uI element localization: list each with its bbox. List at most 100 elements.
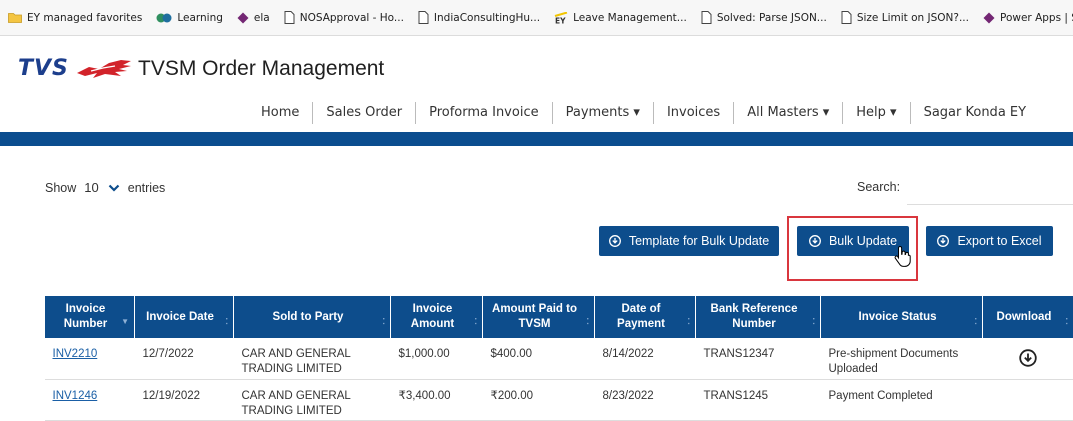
cell-amount-paid: $400.00 (483, 338, 595, 379)
bookmark-label: Power Apps | Soluti... (1000, 12, 1073, 24)
column-label: Download (997, 311, 1052, 323)
bookmark-solved-parse-json[interactable]: Solved: Parse JSON... (701, 11, 827, 24)
button-label: Bulk Update (829, 234, 897, 248)
cell-amount-paid: ₹200.00 (483, 379, 595, 420)
cell-bank-reference: TRANS12347 (696, 338, 821, 379)
column-header-invoice-amount[interactable]: Invoice Amount ⁚ (391, 296, 483, 338)
bookmark-size-limit-json[interactable]: Size Limit on JSON?... (841, 11, 969, 24)
column-header-download[interactable]: Download ⁚ (983, 296, 1073, 338)
sort-icon: ⁚ (687, 314, 690, 329)
main-nav: Home Sales Order Proforma Invoice Paymen… (248, 102, 1039, 124)
sort-icon: ⁚ (1065, 314, 1068, 329)
bookmark-label: EY managed favorites (27, 12, 142, 24)
nav-invoices[interactable]: Invoices (654, 102, 734, 124)
nav-user[interactable]: Sagar Konda EY (911, 102, 1040, 124)
bulk-update-button[interactable]: Bulk Update (797, 226, 909, 256)
invoice-link[interactable]: INV1246 (53, 390, 98, 402)
column-label: Sold to Party (273, 311, 344, 323)
cell-invoice-status: Pre-shipment Documents Uploaded (821, 338, 983, 379)
cell-date-of-payment: 8/14/2022 (595, 338, 696, 379)
bookmark-learning[interactable]: Learning (156, 12, 223, 24)
bookmark-nosapproval[interactable]: NOSApproval - Ho... (284, 11, 404, 24)
circle-down-arrow-icon (809, 235, 821, 247)
column-header-date-of-payment[interactable]: Date of Payment ⁚ (595, 296, 696, 338)
sort-icon: ⁚ (225, 314, 228, 329)
download-icon[interactable] (1019, 349, 1037, 367)
cell-invoice-status: Payment Completed (821, 379, 983, 420)
bookmark-indiaconsulting[interactable]: IndiaConsultingHu... (418, 11, 540, 24)
chevron-down-icon (108, 184, 120, 192)
page-length-select[interactable]: 10 (84, 180, 119, 195)
cell-date-of-payment: 8/23/2022 (595, 379, 696, 420)
column-header-sold-to-party[interactable]: Sold to Party⁚ (234, 296, 391, 338)
nav-proforma-invoice[interactable]: Proforma Invoice (416, 102, 553, 124)
learning-icon (156, 12, 172, 24)
column-header-amount-paid[interactable]: Amount Paid to TVSM ⁚ (483, 296, 595, 338)
nav-home[interactable]: Home (248, 102, 313, 124)
table-row: INV2210 12/7/2022 CAR AND GENERAL TRADIN… (45, 338, 1073, 379)
cell-invoice-number: INV1246 (45, 379, 135, 420)
column-label: Invoice Number (64, 303, 107, 330)
page-length-control: Show 10 entries (45, 180, 165, 195)
nav-payments[interactable]: Payments ▾ (553, 102, 654, 124)
cell-invoice-amount: ₹3,400.00 (391, 379, 483, 420)
column-header-invoice-status[interactable]: Invoice Status⁚ (821, 296, 983, 338)
bookmark-label: NOSApproval - Ho... (300, 12, 404, 24)
bookmark-label: IndiaConsultingHu... (434, 12, 540, 24)
header-divider-bar (0, 132, 1073, 146)
template-bulk-update-button[interactable]: Template for Bulk Update (599, 226, 779, 256)
sort-icon: ⁚ (586, 314, 589, 329)
cell-invoice-amount: $1,000.00 (391, 338, 483, 379)
column-header-bank-reference[interactable]: Bank Reference Number⁚ (696, 296, 821, 338)
page-icon (284, 11, 295, 24)
column-header-invoice-number[interactable]: Invoice Number ▼ (45, 296, 135, 338)
page-icon (701, 11, 712, 24)
app-header: TVS TVSM Order Management Home Sales Ord… (0, 36, 1073, 132)
cell-sold-to-party: CAR AND GENERAL TRADING LIMITED (234, 379, 391, 420)
show-label: Show (45, 181, 76, 195)
column-label: Bank Reference Number (711, 303, 798, 330)
power-apps-icon (237, 12, 249, 24)
nav-help[interactable]: Help ▾ (843, 102, 910, 124)
bookmark-power-apps[interactable]: Power Apps | Soluti... (983, 12, 1073, 24)
column-label: Date of Payment (617, 303, 665, 330)
invoice-table: Invoice Number ▼ Invoice Date⁚ Sold to Pa… (44, 296, 1073, 421)
cell-invoice-date: 12/19/2022 (135, 379, 234, 420)
nav-sales-order[interactable]: Sales Order (313, 102, 416, 124)
cell-bank-reference: TRANS1245 (696, 379, 821, 420)
circle-down-arrow-icon (937, 235, 949, 247)
svg-text:EY: EY (555, 16, 566, 24)
bookmark-label: Size Limit on JSON?... (857, 12, 969, 24)
bookmark-leave-management[interactable]: EY Leave Management... (554, 12, 687, 24)
page-icon (841, 11, 852, 24)
button-label: Template for Bulk Update (629, 234, 769, 248)
sort-desc-icon: ▼ (121, 314, 129, 329)
invoices-content: Show 10 entries Search: Template for Bul… (0, 146, 1073, 420)
bookmark-ela[interactable]: ela (237, 12, 270, 24)
export-excel-button[interactable]: Export to Excel (926, 226, 1053, 256)
folder-icon (8, 12, 22, 23)
column-label: Invoice Amount (411, 303, 454, 330)
cell-invoice-date: 12/7/2022 (135, 338, 234, 379)
ey-icon: EY (554, 12, 568, 24)
bookmark-ey-favorites[interactable]: EY managed favorites (8, 12, 142, 24)
cell-download (983, 379, 1073, 420)
nav-all-masters[interactable]: All Masters ▾ (734, 102, 843, 124)
table-row: INV1246 12/19/2022 CAR AND GENERAL TRADI… (45, 379, 1073, 420)
cell-invoice-number: INV2210 (45, 338, 135, 379)
tvs-logo[interactable]: TVS (18, 56, 133, 81)
page-icon (418, 11, 429, 24)
column-label: Amount Paid to TVSM (492, 303, 577, 330)
power-apps-icon (983, 12, 995, 24)
page-length-value: 10 (84, 180, 98, 195)
invoice-link[interactable]: INV2210 (53, 348, 98, 360)
sort-icon: ⁚ (474, 314, 477, 329)
app-title: TVSM Order Management (138, 57, 384, 81)
column-header-invoice-date[interactable]: Invoice Date⁚ (135, 296, 234, 338)
tvs-horse-logo-icon (75, 57, 133, 81)
bookmarks-bar: EY managed favorites Learning ela NOSApp… (0, 0, 1073, 36)
column-label: Invoice Status (859, 311, 937, 323)
cell-sold-to-party: CAR AND GENERAL TRADING LIMITED (234, 338, 391, 379)
bookmark-label: Learning (177, 12, 223, 24)
search-input[interactable] (907, 170, 1073, 205)
